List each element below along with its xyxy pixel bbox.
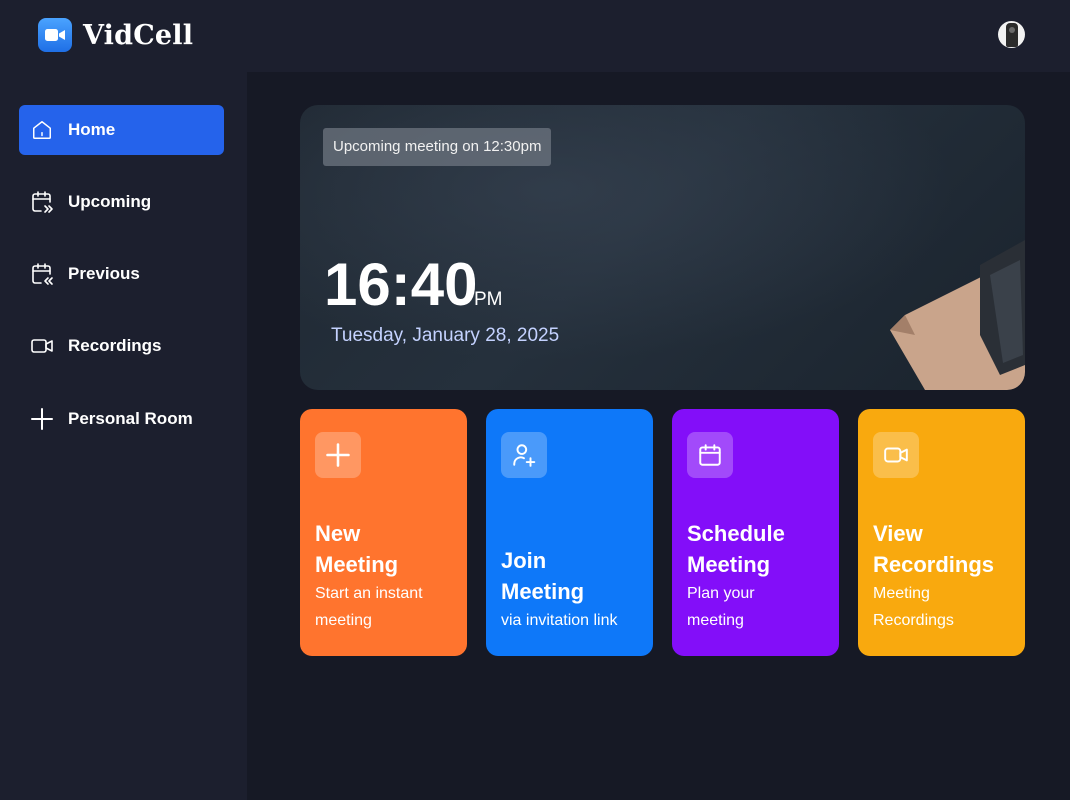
hero-background-art [890,240,1025,390]
video-camera-icon [38,18,72,52]
current-date: Tuesday, January 28, 2025 [331,325,560,346]
card-description: Recordings [873,612,954,629]
upcoming-meeting-badge: Upcoming meeting on 12:30pm [323,128,552,166]
top-bar: VidCell [0,0,1070,72]
video-icon [30,334,54,358]
card-description: Plan your [687,585,755,602]
new-meeting-card[interactable]: New Meeting Start an instant meeting [300,409,467,656]
calendar-icon [687,432,733,478]
calendar-forward-icon [30,190,54,214]
sidebar-item-label: Personal Room [68,409,193,428]
user-add-icon [501,432,547,478]
card-description: meeting [687,612,744,629]
plus-icon [30,407,54,431]
sidebar-item-label: Upcoming [68,192,152,211]
card-title: New [315,521,361,546]
current-time: 16:40 [324,251,478,318]
schedule-meeting-card[interactable]: Schedule Meeting Plan your meeting [672,409,839,656]
card-description: meeting [315,612,372,629]
user-avatar[interactable] [998,21,1025,48]
card-description: Start an instant [315,585,423,602]
join-meeting-card[interactable]: Join Meeting via invitation link [486,409,653,656]
home-icon [30,118,54,142]
time-period: PM [474,289,503,310]
plus-icon [315,432,361,478]
calendar-back-icon [30,262,54,286]
video-icon [873,432,919,478]
card-title: Meeting [315,552,399,577]
sidebar-item-recordings[interactable]: Recordings [19,321,224,371]
card-title: Join [501,548,547,573]
card-title: Schedule [687,521,785,546]
sidebar-item-previous[interactable]: Previous [19,249,224,299]
avatar-image [1005,22,1018,47]
sidebar-item-label: Recordings [68,336,162,355]
card-description: via invitation link [501,612,618,629]
sidebar-item-upcoming[interactable]: Upcoming [19,177,224,227]
sidebar-item-home[interactable]: Home [19,105,224,155]
card-title: Recordings [873,552,995,577]
app-name: VidCell [83,19,194,51]
view-recordings-card[interactable]: View Recordings Meeting Recordings [858,409,1025,656]
app-logo[interactable]: VidCell [38,18,193,52]
card-title: View [873,521,923,546]
sidebar-item-label: Previous [68,264,140,283]
sidebar-item-personal-room[interactable]: Personal Room [19,394,224,444]
sidebar-item-label: Home [68,120,116,139]
card-title: Meeting [501,579,585,604]
card-title: Meeting [687,552,771,577]
card-description: Meeting [873,585,930,602]
hero-banner: Upcoming meeting on 12:30pm 16:40 PM Tue… [300,105,1025,390]
